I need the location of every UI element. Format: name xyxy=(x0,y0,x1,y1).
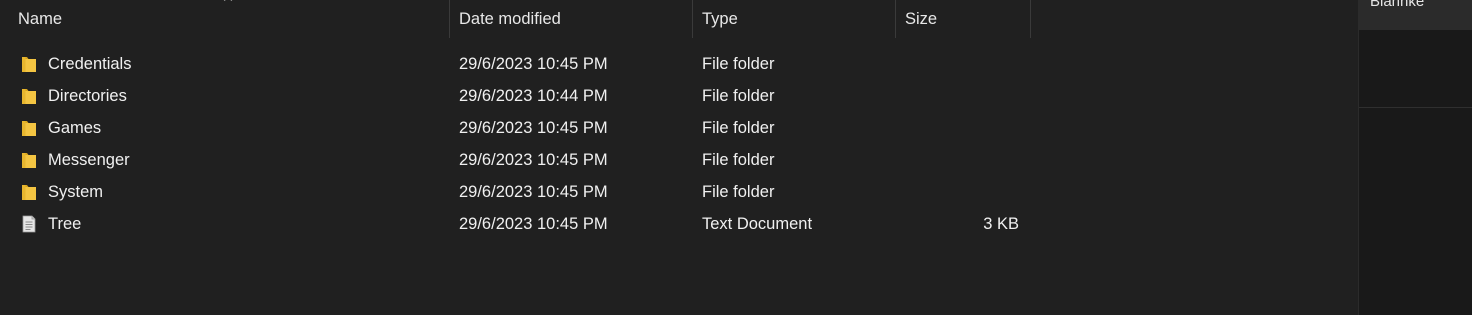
file-name: Credentials xyxy=(48,55,132,73)
file-date-modified: 29/6/2023 10:45 PM xyxy=(459,215,608,233)
file-type: File folder xyxy=(702,119,775,137)
file-size xyxy=(905,80,1019,112)
file-name: Directories xyxy=(48,87,127,105)
column-header-date-modified[interactable]: Date modified xyxy=(459,0,561,38)
file-row[interactable]: Credentials 29/6/2023 10:45 PM File fold… xyxy=(0,48,1358,80)
file-name: Messenger xyxy=(48,151,130,169)
folder-icon xyxy=(22,185,36,200)
file-row[interactable]: Tree 29/6/2023 10:45 PM Text Document 3 … xyxy=(0,208,1358,240)
file-date-modified: 29/6/2023 10:45 PM xyxy=(459,55,608,73)
folder-icon xyxy=(22,153,36,168)
file-date-modified: 29/6/2023 10:44 PM xyxy=(459,87,608,105)
file-date-modified: 29/6/2023 10:45 PM xyxy=(459,119,608,137)
column-separator[interactable] xyxy=(449,0,450,38)
file-size xyxy=(905,112,1019,144)
column-header-size[interactable]: Size xyxy=(905,0,937,38)
file-row[interactable]: Directories 29/6/2023 10:44 PM File fold… xyxy=(0,80,1358,112)
text-document-icon xyxy=(22,215,36,233)
file-row[interactable]: System 29/6/2023 10:45 PM File folder xyxy=(0,176,1358,208)
file-size: 3 KB xyxy=(983,215,1019,233)
file-type: File folder xyxy=(702,151,775,169)
column-header-row: Name Date modified Type Size xyxy=(0,0,1358,38)
details-pane: Blahnke xyxy=(1358,0,1472,315)
file-name: Games xyxy=(48,119,102,137)
file-size xyxy=(905,48,1019,80)
folder-icon xyxy=(22,121,36,136)
file-row[interactable]: Games 29/6/2023 10:45 PM File folder xyxy=(0,112,1358,144)
file-date-modified: 29/6/2023 10:45 PM xyxy=(459,151,608,169)
column-header-type[interactable]: Type xyxy=(702,0,738,38)
folder-icon xyxy=(22,89,36,104)
file-list-pane: ✕ Name Date modified Type Size Credentia… xyxy=(0,0,1358,315)
column-header-name[interactable]: Name xyxy=(18,0,62,38)
file-type: Text Document xyxy=(702,215,813,233)
divider xyxy=(1359,107,1472,108)
file-list: Credentials 29/6/2023 10:45 PM File fold… xyxy=(0,48,1358,240)
file-date-modified: 29/6/2023 10:45 PM xyxy=(459,183,608,201)
file-row[interactable]: Messenger 29/6/2023 10:45 PM File folder xyxy=(0,144,1358,176)
file-size xyxy=(905,144,1019,176)
details-pane-title: Blahnke xyxy=(1370,0,1425,10)
file-name: System xyxy=(48,183,104,201)
folder-icon xyxy=(22,57,36,72)
file-type: File folder xyxy=(702,55,775,73)
file-type: File folder xyxy=(702,183,775,201)
column-separator[interactable] xyxy=(895,0,896,38)
file-explorer-window: ✕ Name Date modified Type Size Credentia… xyxy=(0,0,1472,315)
file-type: File folder xyxy=(702,87,775,105)
column-separator[interactable] xyxy=(1030,0,1031,38)
file-size xyxy=(905,176,1019,208)
file-name: Tree xyxy=(48,215,82,233)
details-pane-header: Blahnke xyxy=(1359,0,1472,30)
column-separator[interactable] xyxy=(692,0,693,38)
